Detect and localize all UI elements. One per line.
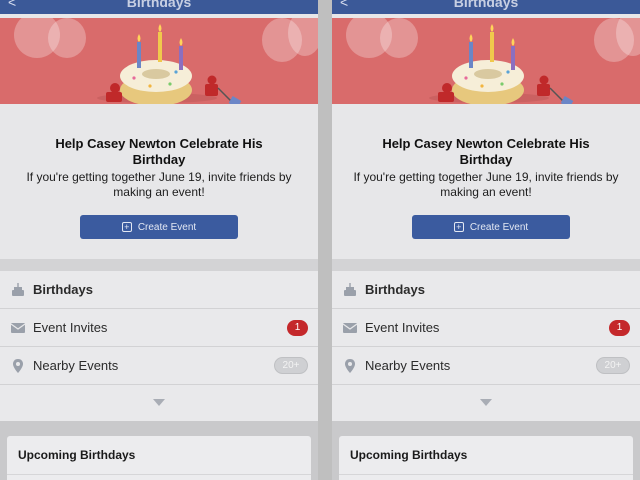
upcoming-birthdays-card: Upcoming Birthdays xyxy=(7,436,311,480)
screen-title: Birthdays xyxy=(453,0,519,10)
headline-line: Help Casey Newton Celebrate His xyxy=(55,136,263,151)
headline-line: Birthday xyxy=(459,152,513,167)
create-event-label: Create Event xyxy=(469,221,529,233)
list-item-label: Event Invites xyxy=(33,320,108,335)
screen-title: Birthdays xyxy=(126,0,192,10)
divider xyxy=(7,474,311,475)
navigation-bar: < Birthdays xyxy=(0,0,318,14)
upcoming-birthdays-card: Upcoming Birthdays xyxy=(339,436,633,480)
list-item-birthdays[interactable]: Birthdays xyxy=(0,271,318,309)
birthday-banner xyxy=(332,18,640,104)
cake-illustration xyxy=(97,24,242,104)
calendar-plus-icon: + xyxy=(121,222,132,232)
list-item-nearby-events[interactable]: Nearby Events 20+ xyxy=(0,347,318,385)
show-more-button[interactable] xyxy=(332,385,640,421)
cake-illustration xyxy=(429,24,574,104)
count-badge: 20+ xyxy=(274,357,308,374)
create-event-button[interactable]: + Create Event xyxy=(80,215,238,239)
notification-badge: 1 xyxy=(609,319,630,336)
chevron-down-icon xyxy=(153,399,165,406)
birthday-banner xyxy=(0,18,318,104)
list-item-event-invites[interactable]: Event Invites 1 xyxy=(332,309,640,347)
divider xyxy=(339,474,633,475)
subtext-line: making an event! xyxy=(113,185,205,199)
birthdays-screen-left: < Birthdays Help Casey Newton Celebrate … xyxy=(0,0,318,480)
birthday-prompt-subtext: If you're getting together June 19, invi… xyxy=(0,170,318,200)
headline-line: Birthday xyxy=(132,152,186,167)
upcoming-birthdays-title: Upcoming Birthdays xyxy=(350,448,468,462)
headline-line: Help Casey Newton Celebrate His xyxy=(382,136,590,151)
subtext-line: making an event! xyxy=(440,185,532,199)
birthdays-screen-right: < Birthdays Help Casey Newton Celebrate … xyxy=(332,0,640,480)
birthday-prompt-subtext: If you're getting together June 19, invi… xyxy=(332,170,640,200)
list-item-label: Birthdays xyxy=(33,282,93,297)
upcoming-birthdays-title: Upcoming Birthdays xyxy=(18,448,136,462)
count-badge: 20+ xyxy=(596,357,630,374)
chevron-down-icon xyxy=(480,399,492,406)
show-more-button[interactable] xyxy=(0,385,318,421)
envelope-icon xyxy=(342,322,358,333)
location-pin-icon xyxy=(345,358,355,373)
create-event-button[interactable]: + Create Event xyxy=(412,215,570,239)
birthday-prompt-headline: Help Casey Newton Celebrate His Birthday xyxy=(332,136,640,168)
cake-icon xyxy=(12,282,24,296)
section-divider xyxy=(0,259,318,271)
calendar-plus-icon: + xyxy=(453,222,464,232)
list-item-label: Birthdays xyxy=(365,282,425,297)
notification-badge: 1 xyxy=(287,319,308,336)
list-item-label: Nearby Events xyxy=(33,358,119,373)
navigation-bar: < Birthdays xyxy=(332,0,640,14)
subtext-line: If you're getting together June 19, invi… xyxy=(26,170,292,184)
envelope-icon xyxy=(10,322,26,333)
location-pin-icon xyxy=(13,358,23,373)
section-divider xyxy=(332,259,640,271)
list-item-event-invites[interactable]: Event Invites 1 xyxy=(0,309,318,347)
list-item-birthdays[interactable]: Birthdays xyxy=(332,271,640,309)
birthday-prompt-headline: Help Casey Newton Celebrate His Birthday xyxy=(0,136,318,168)
cake-icon xyxy=(344,282,356,296)
list-item-nearby-events[interactable]: Nearby Events 20+ xyxy=(332,347,640,385)
list-item-label: Event Invites xyxy=(365,320,440,335)
create-event-label: Create Event xyxy=(137,221,197,233)
list-item-label: Nearby Events xyxy=(365,358,451,373)
subtext-line: If you're getting together June 19, invi… xyxy=(353,170,619,184)
